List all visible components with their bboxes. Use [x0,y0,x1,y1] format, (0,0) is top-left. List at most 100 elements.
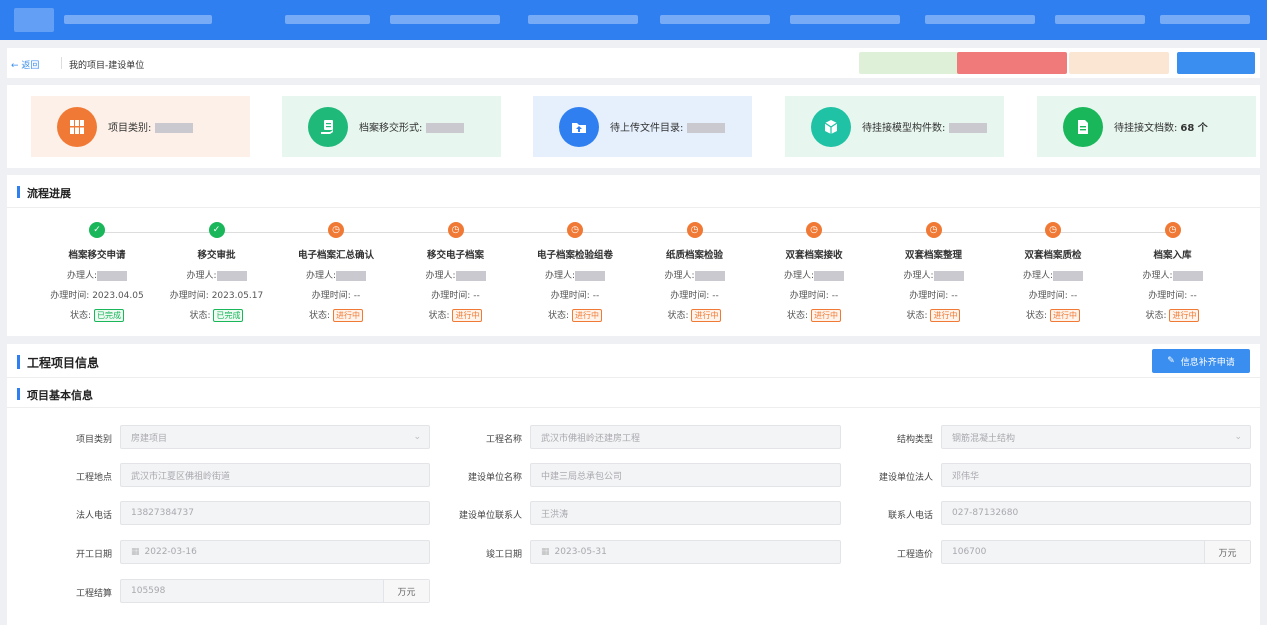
settlement-label: 工程结算 [75,589,112,599]
cube-icon [811,106,851,147]
check-icon: ✓ [89,222,105,238]
builder-field[interactable]: 中建三局总承包公司 [530,463,841,487]
action-button-blurred-1[interactable] [859,52,959,74]
action-button-blurred-4[interactable] [1177,52,1255,74]
location-label: 工程地点 [75,473,112,483]
legal-phone-field[interactable]: 13827384737 [120,501,430,525]
time-label: 办理时间: [1148,291,1188,301]
stat-value-redacted [155,123,194,133]
step-name: 电子档案检验组卷 [536,250,613,261]
user-menu-blurred[interactable] [1160,15,1250,24]
unit-suffix: 万元 [383,580,429,602]
end-date-picker[interactable]: ▦ 2023-05-31 [530,540,841,564]
nav-item-blurred-1[interactable] [285,15,370,24]
logo [14,8,54,32]
time-value: 2023.05.17 [211,291,264,301]
step-time: 办理时间: -- [396,288,516,301]
step-status: 状态: 进行中 [874,308,994,322]
handler-redacted [694,270,725,281]
category-value: 房建项目 [131,433,168,444]
clock-icon: ◷ [1045,222,1061,238]
step-time: 办理时间: 2023.05.17 [157,288,277,301]
flow-step: ◷ 双套档案接收 办理人: 办理时间: -- 状态: 进行中 [754,222,874,322]
legal-phone-value: 13827384737 [131,508,194,518]
status-badge: 进行中 [332,309,363,322]
info-supplement-button[interactable]: ✎ 信息补齐申请 [1152,349,1250,373]
structure-select[interactable]: 钢筋混凝土结构 ⌄ [941,425,1251,449]
builder-label: 建设单位名称 [467,473,522,483]
status-label: 状态: [548,311,570,321]
step-status: 状态: 进行中 [1113,308,1233,322]
time-value: -- [1070,291,1078,301]
flow-step: ◷ 档案入库 办理人: 办理时间: -- 状态: 进行中 [1113,222,1233,322]
nav-item-blurred-3[interactable] [528,15,638,24]
unit-suffix: 万元 [1204,541,1250,563]
status-label: 状态: [1026,311,1048,321]
handler-label: 办理人: [903,271,934,281]
step-name: 双套档案质检 [1024,250,1082,261]
stat-label: 待挂接模型构件数: [862,123,946,134]
nav-item-blurred-4[interactable] [660,15,770,24]
structure-label: 结构类型 [896,435,933,445]
archive-icon [57,106,97,147]
step-name: 移交电子档案 [426,250,484,261]
top-nav-bar [0,0,1267,40]
breadcrumb: 我的项目-建设单位 [69,61,145,71]
step-handler: 办理人: [635,268,755,281]
cost-field[interactable]: 106700 万元 [941,540,1251,564]
action-button-blurred-3[interactable] [1069,52,1169,74]
project-name-field[interactable]: 武汉市佛祖岭还建房工程 [530,425,841,449]
nav-item-blurred-7[interactable] [1055,15,1145,24]
handler-redacted [575,270,606,281]
status-badge: 进行中 [691,309,722,322]
flow-step: ✓ 档案移交申请 办理人: 办理时间: 2023.04.05 状态: 已完成 [37,222,157,322]
contact-phone-field[interactable]: 027-87132680 [941,501,1251,525]
step-handler: 办理人: [515,268,635,281]
back-link[interactable]: ← 返回 [11,58,39,71]
start-date-picker[interactable]: ▦ 2022-03-16 [120,540,430,564]
stat-label: 待上传文件目录: [610,123,684,134]
stat-label: 待挂接文档数: [1114,123,1178,134]
nav-item-blurred-2[interactable] [390,15,500,24]
contact-label: 建设单位联系人 [458,511,522,521]
step-status: 状态: 已完成 [157,308,277,322]
settlement-field[interactable]: 105598 万元 [120,579,430,603]
time-value: -- [1190,291,1197,301]
step-name: 档案移交申请 [68,250,126,261]
time-value: 2023.04.05 [92,291,144,301]
action-button-blurred-2[interactable] [957,52,1067,74]
clock-icon: ◷ [567,222,583,238]
end-date-label: 竣工日期 [485,550,522,560]
time-label: 办理时间: [909,291,949,301]
section-title: 工程项目信息 [17,354,99,371]
handler-label: 办理人: [66,271,98,281]
step-time: 办理时间: -- [754,288,874,301]
file-icon [1063,106,1103,147]
step-status: 状态: 已完成 [37,308,157,322]
info-supplement-label: 信息补齐申请 [1180,357,1235,368]
category-select[interactable]: 房建项目 ⌄ [120,425,430,449]
status-label: 状态: [787,311,809,321]
handler-redacted [455,270,486,281]
contact-field[interactable]: 王洪涛 [530,501,841,525]
cost-label: 工程造价 [896,550,933,560]
legal-person-field[interactable]: 邓伟华 [941,463,1251,487]
stat-label: 项目类别: [108,123,152,134]
step-handler: 办理人: [993,268,1113,281]
clock-icon: ◷ [925,222,942,238]
location-field[interactable]: 武汉市江夏区佛祖岭街道 [120,463,430,487]
time-value: -- [473,291,480,301]
subsection-title: 项目基本信息 [17,387,93,403]
step-name: 移交审批 [197,250,236,261]
step-name: 双套档案接收 [785,250,843,261]
time-label: 办理时间: [50,291,90,301]
time-label: 办理时间: [789,291,829,301]
document-hand-icon [308,106,348,147]
handler-label: 办理人: [425,271,456,281]
builder-value: 中建三局总承包公司 [541,471,623,482]
stat-value: 68 个 [1180,123,1208,134]
time-label: 办理时间: [311,291,351,301]
nav-item-blurred-5[interactable] [790,15,900,24]
nav-item-blurred-6[interactable] [925,15,1035,24]
divider [61,57,62,69]
